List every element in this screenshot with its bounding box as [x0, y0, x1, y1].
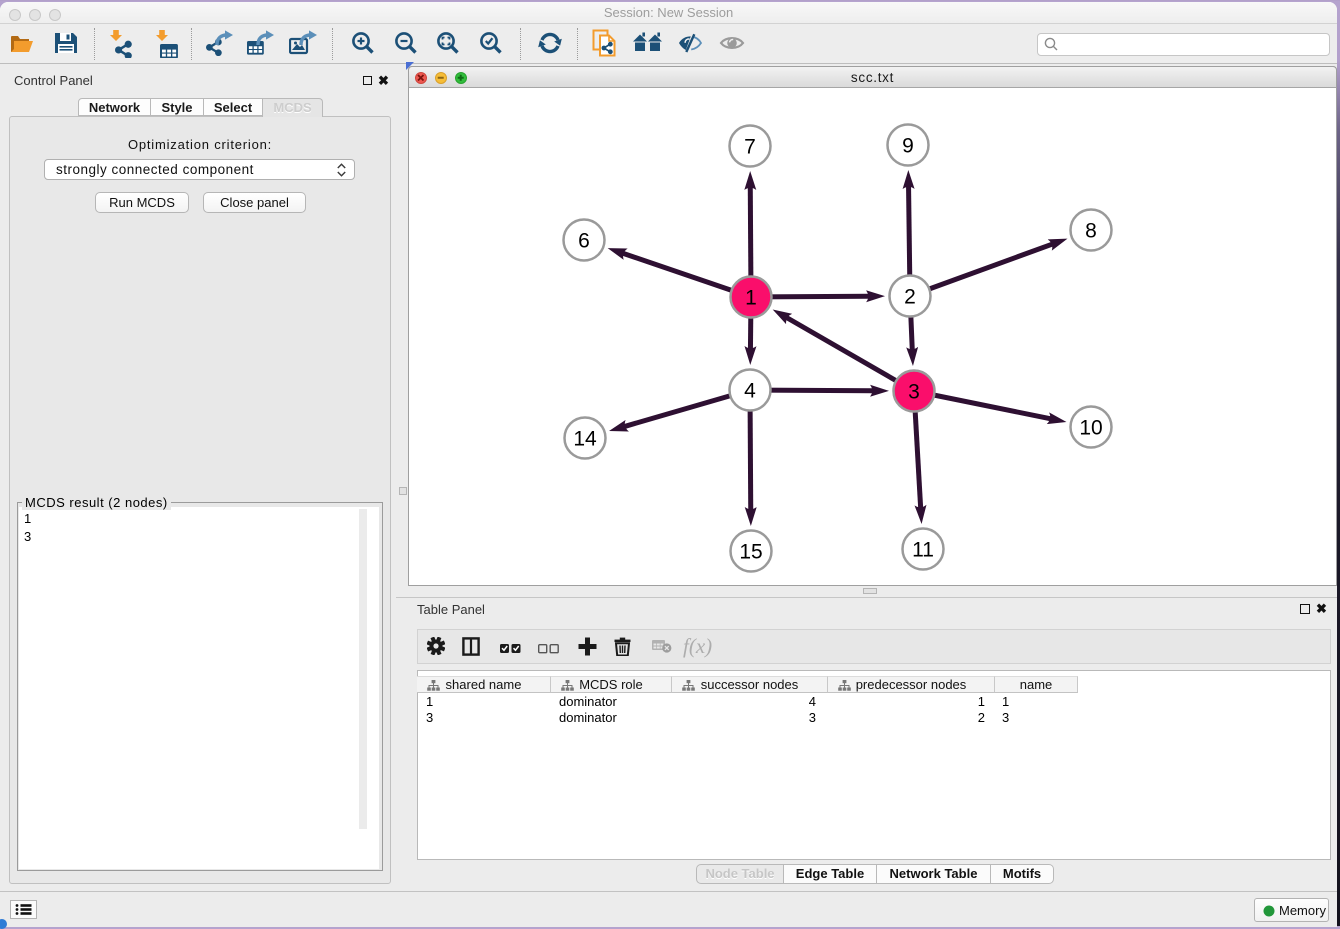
svg-text:3: 3 — [908, 381, 920, 404]
svg-text:14: 14 — [573, 428, 597, 451]
svg-text:15: 15 — [739, 541, 762, 564]
svg-text:4: 4 — [744, 380, 756, 403]
svg-text:1: 1 — [745, 287, 757, 310]
svg-text:7: 7 — [744, 136, 756, 159]
svg-text:10: 10 — [1079, 417, 1102, 440]
svg-text:6: 6 — [578, 230, 590, 253]
svg-text:9: 9 — [902, 135, 914, 158]
svg-text:2: 2 — [904, 286, 916, 309]
svg-text:8: 8 — [1085, 220, 1097, 243]
svg-text:11: 11 — [912, 539, 934, 562]
